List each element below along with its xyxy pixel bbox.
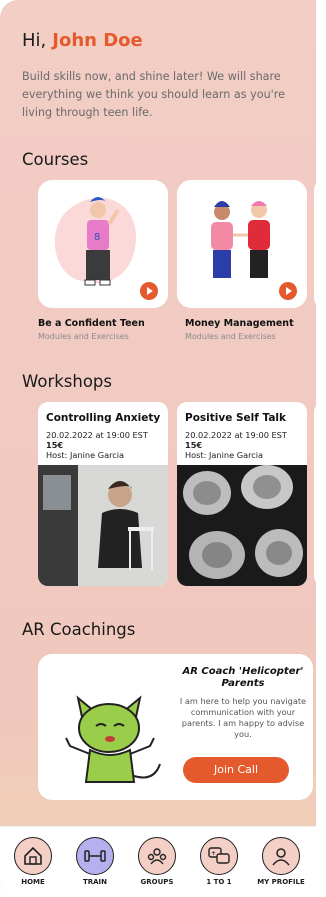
bottom-nav: HOME TRAIN GROUPS + 1 TO 1 MY PROFILE (0, 826, 316, 897)
svg-text:+: + (211, 850, 216, 857)
workshop-title: Positive Self Talk (185, 412, 286, 424)
play-button[interactable] (279, 282, 297, 300)
ar-coach-card: AR Coach 'Helicopter' Parents I am here … (38, 654, 313, 800)
nav-label: HOME (21, 878, 45, 886)
nav-label: GROUPS (140, 878, 174, 886)
nav-my-profile[interactable]: MY PROFILE (250, 837, 312, 886)
person-icon (262, 837, 300, 875)
nav-one-to-one[interactable]: + 1 TO 1 (188, 837, 250, 886)
nav-home[interactable]: HOME (2, 837, 64, 886)
course-subtitle: Modules and Exercises (38, 332, 129, 341)
nav-label: TRAIN (82, 878, 108, 886)
dumbbell-icon (76, 837, 114, 875)
workshop-date: 20.02.2022 at 19:00 EST (185, 430, 287, 440)
course-card-money-management[interactable] (177, 180, 307, 308)
user-name: John Doe (52, 30, 143, 51)
intro-text: Build skills now, and shine later! We wi… (22, 70, 285, 119)
workshop-title: Controlling Anxiety (46, 412, 161, 424)
coach-title: AR Coach 'Helicopter' Parents (182, 666, 304, 689)
workshop-host: Host: Janine Garcia (185, 450, 264, 460)
workshop-date: 20.02.2022 at 19:00 EST (46, 430, 148, 440)
svg-text:8: 8 (94, 232, 100, 243)
chat-bubbles-icon: + (200, 837, 238, 875)
workshop-price: 15€ (46, 440, 64, 450)
workshop-price: 15€ (185, 440, 203, 450)
greeting: Hi, John Doe (22, 30, 143, 51)
nav-train[interactable]: TRAIN (64, 837, 126, 886)
join-call-button[interactable]: Join Call (183, 757, 289, 783)
course-subtitle: Modules and Exercises (185, 332, 276, 341)
workshop-host: Host: Janine Garcia (46, 450, 125, 460)
host-photo (38, 465, 168, 586)
greeting-hi: Hi, (22, 30, 47, 51)
workshop-card-peek[interactable] (314, 402, 316, 586)
group-icon (138, 837, 176, 875)
coach-description: I am here to help you navigate communica… (179, 696, 307, 739)
brain-scan-image (177, 465, 307, 586)
cat-mascot-illustration (65, 695, 161, 783)
nav-label: MY PROFILE (257, 878, 305, 886)
home-icon (14, 837, 52, 875)
ar-coachings-heading: AR Coachings (22, 620, 136, 639)
course-title: Money Management (185, 318, 294, 329)
workshop-card-positive-self-talk[interactable]: Positive Self Talk 20.02.2022 at 19:00 E… (177, 402, 307, 586)
courses-heading: Courses (22, 150, 89, 169)
workshop-card-controlling-anxiety[interactable]: Controlling Anxiety 20.02.2022 at 19:00 … (38, 402, 168, 586)
course-card-peek[interactable] (314, 180, 316, 308)
course-title: Be a Confident Teen (38, 318, 145, 329)
train-screen: Hi, John Doe Build skills now, and shine … (0, 0, 316, 897)
nav-label: 1 TO 1 (206, 878, 232, 886)
course-card-confident-teen[interactable]: 8 (38, 180, 168, 308)
play-button[interactable] (140, 282, 158, 300)
nav-groups[interactable]: GROUPS (126, 837, 188, 886)
workshops-heading: Workshops (22, 372, 113, 391)
